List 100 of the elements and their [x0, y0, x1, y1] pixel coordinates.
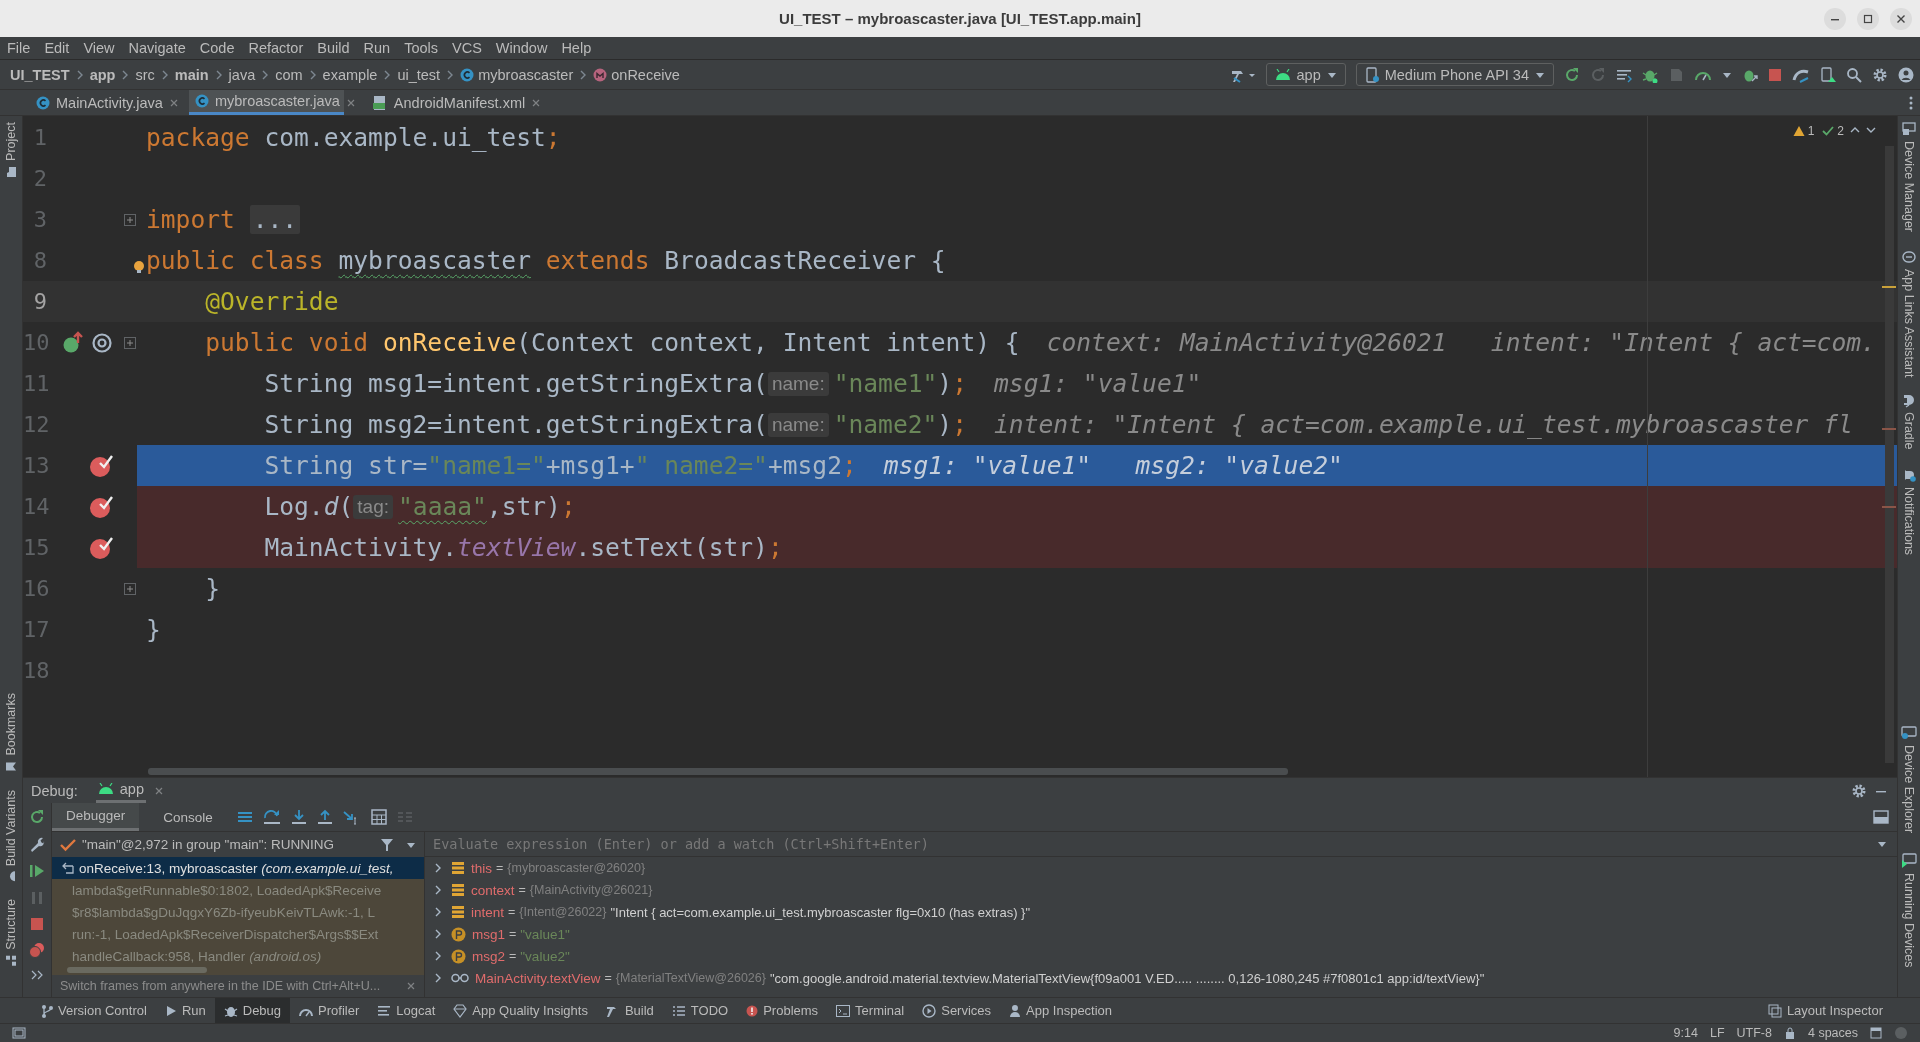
close-button[interactable]: [1890, 7, 1912, 30]
frames-layout-icon[interactable]: [236, 809, 253, 825]
vertical-scrollbar[interactable]: [1885, 146, 1894, 763]
menu-item[interactable]: Help: [561, 40, 592, 56]
bulb-icon[interactable]: [133, 260, 145, 274]
breadcrumb[interactable]: example: [322, 66, 378, 83]
menu-item[interactable]: Window: [495, 40, 548, 56]
tool-window-button[interactable]: Problems: [737, 998, 828, 1023]
lock-icon[interactable]: [1783, 1027, 1796, 1039]
panel-tab[interactable]: Console: [149, 803, 227, 831]
run-configuration-dropdown[interactable]: app: [1265, 63, 1346, 86]
editor-tab[interactable]: AndroidManifest.xml: [365, 90, 530, 115]
close-tab-icon[interactable]: [345, 97, 356, 108]
tool-window-button[interactable]: Device Manager: [1902, 122, 1916, 232]
evaluate-icon[interactable]: [370, 809, 387, 825]
scrollbar-thumb[interactable]: [67, 967, 207, 973]
tool-window-button[interactable]: Debug: [214, 998, 291, 1023]
menu-item[interactable]: View: [83, 40, 115, 56]
more-icon[interactable]: [1908, 94, 1914, 111]
breakpoint-icon[interactable]: [89, 535, 113, 560]
tool-window-button[interactable]: App Quality Insights: [444, 998, 597, 1023]
tool-window-button[interactable]: Run: [155, 998, 215, 1023]
filter-icon[interactable]: [380, 837, 394, 852]
tool-window-button[interactable]: Notifications: [1902, 467, 1916, 556]
status-item[interactable]: LF: [1709, 1026, 1725, 1040]
tool-window-button[interactable]: Version Control: [32, 998, 156, 1023]
menu-item[interactable]: File: [7, 40, 31, 56]
caret-icon[interactable]: [1877, 840, 1887, 848]
menu-item[interactable]: Refactor: [248, 40, 304, 56]
tool-window-button[interactable]: Services: [913, 998, 1001, 1023]
breadcrumb[interactable]: app: [89, 66, 116, 83]
expand-icon[interactable]: [433, 928, 443, 940]
caret-icon[interactable]: [1722, 70, 1732, 79]
expand-icon[interactable]: [433, 972, 443, 984]
tool-window-button[interactable]: App Links Assistant: [1902, 250, 1916, 378]
step-over-icon[interactable]: [262, 809, 281, 825]
expand-icon[interactable]: [433, 950, 443, 962]
menu-item[interactable]: Code: [199, 40, 235, 56]
resume-icon[interactable]: [29, 863, 45, 879]
stop-icon[interactable]: [1768, 67, 1782, 82]
breadcrumb[interactable]: com: [275, 66, 303, 83]
tool-window-button[interactable]: Bookmarks: [4, 692, 18, 773]
account-icon[interactable]: [1898, 66, 1914, 83]
breakpoint-icon[interactable]: [89, 453, 113, 478]
search-icon[interactable]: [1846, 66, 1862, 83]
breadcrumb[interactable]: ui_test: [397, 66, 441, 83]
close-icon[interactable]: [406, 981, 416, 991]
tool-window-button[interactable]: Structure: [4, 899, 18, 967]
inspection-widget[interactable]: 1 2: [1792, 124, 1849, 138]
horizontal-scrollbar[interactable]: [148, 768, 1288, 775]
stop-icon[interactable]: [30, 917, 44, 931]
breadcrumb[interactable]: onReceive: [593, 66, 680, 83]
settings-icon[interactable]: [29, 836, 45, 852]
settings-icon[interactable]: [1872, 66, 1888, 83]
annotation-icon[interactable]: [91, 331, 113, 354]
menu-item[interactable]: Navigate: [128, 40, 186, 56]
status-item[interactable]: 4 spaces: [1807, 1026, 1858, 1040]
breadcrumb[interactable]: mybroascaster: [460, 66, 574, 83]
status-item[interactable]: 9:14: [1673, 1026, 1698, 1040]
status-item[interactable]: UTF-8: [1736, 1026, 1772, 1040]
more-icon[interactable]: [30, 969, 44, 981]
tool-window-button[interactable]: Project: [4, 122, 18, 178]
folded-imports[interactable]: ...: [249, 205, 301, 234]
menu-item[interactable]: Run: [363, 40, 391, 56]
tool-window-button[interactable]: Layout Inspector: [1758, 998, 1892, 1023]
tool-window-button[interactable]: TODO: [662, 998, 738, 1023]
overrides-icon[interactable]: [63, 330, 85, 355]
expand-icon[interactable]: [433, 906, 443, 918]
layout-icon[interactable]: [1873, 809, 1889, 825]
close-tab-icon[interactable]: [531, 97, 542, 108]
editor-tab[interactable]: MainActivity.java: [30, 90, 167, 115]
panel-toggle-icon[interactable]: [12, 1026, 26, 1040]
menu-item[interactable]: VCS: [452, 40, 482, 56]
stack-frame[interactable]: onReceive:13, mybroascaster (com.example.ui_test,: [52, 857, 424, 879]
close-tab-icon[interactable]: [153, 785, 164, 796]
rerun-icon[interactable]: [29, 809, 45, 825]
tool-window-button[interactable]: Device Explorer: [1902, 724, 1916, 834]
thread-selector[interactable]: "main"@2,972 in group "main": RUNNING: [52, 832, 424, 857]
settings-icon[interactable]: [1851, 782, 1867, 799]
breakpoint-icon[interactable]: [89, 494, 113, 519]
step-into-icon[interactable]: [290, 809, 307, 825]
restart-icon[interactable]: [1590, 66, 1606, 83]
tool-window-button[interactable]: Running Devices: [1901, 851, 1917, 967]
caret-icon[interactable]: [406, 840, 416, 849]
expand-icon[interactable]: [433, 884, 443, 896]
breakpoints-icon[interactable]: [28, 942, 46, 958]
tool-window-button[interactable]: Build: [596, 998, 663, 1023]
tool-window-button[interactable]: Gradle: [1902, 395, 1916, 450]
rerun-icon[interactable]: [1564, 66, 1580, 83]
menu-item[interactable]: Edit: [44, 40, 70, 56]
expand-icon[interactable]: [433, 862, 443, 874]
device-mirror-icon[interactable]: [1820, 66, 1836, 83]
step-out-icon[interactable]: [316, 809, 333, 825]
tool-window-button[interactable]: Profiler: [290, 998, 369, 1023]
breadcrumb[interactable]: src: [135, 66, 155, 83]
editor-tab[interactable]: mybroascaster.java: [188, 90, 344, 115]
menu-item[interactable]: Build: [317, 40, 350, 56]
breadcrumb[interactable]: UI_TEST: [10, 66, 70, 83]
breadcrumb[interactable]: main: [174, 66, 209, 83]
device-dropdown[interactable]: Medium Phone API 34: [1355, 63, 1554, 86]
